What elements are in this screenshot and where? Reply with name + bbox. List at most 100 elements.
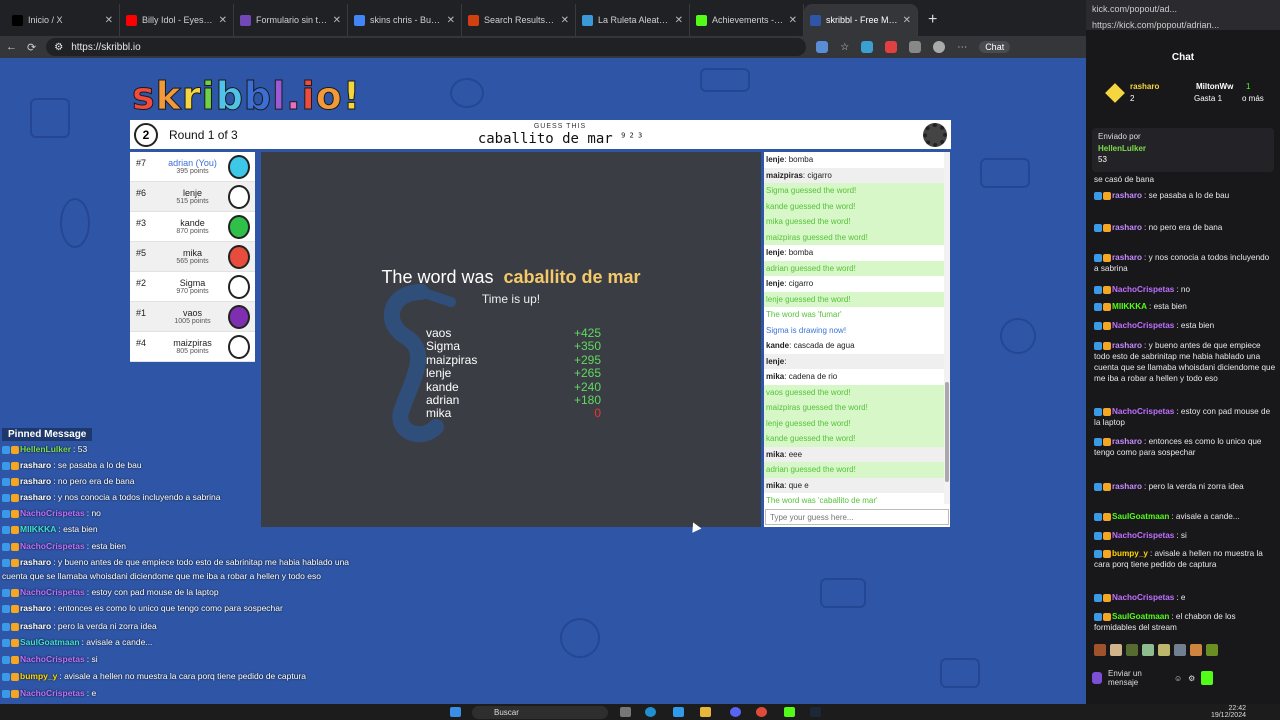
emote-icon[interactable] (1190, 644, 1202, 656)
kick-user[interactable]: rasharo (1112, 253, 1142, 262)
clock-time: 22:42 (1228, 705, 1246, 712)
tab-close-icon[interactable]: ✕ (105, 15, 113, 26)
message-input[interactable]: Enviar un mensaje (1108, 669, 1168, 687)
site-info-icon[interactable]: ⚙ (54, 42, 63, 53)
kick-user[interactable]: NachoCrispetas (1112, 285, 1174, 294)
profile-avatar-icon[interactable] (933, 41, 946, 53)
taskbar-search[interactable]: Buscar (472, 706, 608, 719)
emote-icon[interactable] (1206, 644, 1218, 656)
chat-text: kande guessed the word! (766, 434, 856, 443)
kick-user[interactable]: MIIKKKA (1112, 302, 1147, 311)
overlay-user: NachoCrispetas (20, 587, 85, 597)
browser-tab[interactable]: Achievements - Kick Da ✕ (690, 4, 804, 36)
kick-app-icon[interactable] (784, 707, 795, 717)
translate-icon[interactable] (816, 41, 829, 53)
reload-icon[interactable]: ⟳ (27, 41, 36, 54)
emote-icon[interactable] (1158, 644, 1170, 656)
kick-user[interactable]: rasharo (1112, 341, 1142, 350)
task-view-icon[interactable] (620, 707, 631, 717)
kick-user[interactable]: rasharo (1112, 191, 1142, 200)
browser-tab[interactable]: Search Results for 'skin ✕ (462, 4, 576, 36)
emote-icon[interactable] (1094, 644, 1106, 656)
extension-icon[interactable] (861, 41, 874, 53)
player-points: 870 points (176, 228, 209, 235)
kick-user[interactable]: bumpy_y (1112, 549, 1148, 558)
edge-icon[interactable] (645, 707, 656, 717)
player-row[interactable]: #5 mika 565 points (130, 242, 255, 272)
chat-text: mika guessed the word! (766, 217, 851, 226)
player-row[interactable]: #3 kande 870 points (130, 212, 255, 242)
overlay-text: no (91, 508, 101, 518)
kick-user[interactable]: NachoCrispetas (1112, 407, 1174, 416)
sub-badge-icon (1103, 321, 1111, 330)
browser-tab[interactable]: skribbl - Free Multip ✕ (804, 4, 918, 36)
menu-dots-icon[interactable]: ⋯ (957, 42, 967, 53)
tab-close-icon[interactable]: ✕ (219, 15, 227, 26)
browser-tab[interactable]: La Ruleta Aleatoria ✕ (576, 4, 690, 36)
tab-close-icon[interactable]: ✕ (903, 15, 911, 26)
kick-user[interactable]: rasharo (1112, 482, 1142, 491)
gifter-1-name[interactable]: rasharo (1130, 82, 1159, 91)
store-icon[interactable] (673, 707, 684, 717)
tab-close-icon[interactable]: ✕ (675, 15, 683, 26)
kick-user[interactable]: NachoCrispetas (1112, 321, 1174, 330)
youtube-icon (126, 14, 137, 26)
emote-icon[interactable] (1174, 644, 1186, 656)
address-bar[interactable]: ⚙ https://skribbl.io (46, 38, 807, 56)
emote-icon[interactable] (1110, 644, 1122, 656)
overlay-chat-line: NachoCrispetas: esta bien (2, 541, 126, 551)
back-icon[interactable]: ← (6, 41, 17, 53)
pinned-message-card[interactable]: Enviado por HellenLulker 53 (1092, 128, 1274, 172)
kick-user[interactable]: NachoCrispetas (1112, 593, 1174, 602)
player-row[interactable]: #4 maizpiras 805 points (130, 332, 255, 362)
player-row[interactable]: #1 vaos 1005 points (130, 302, 255, 332)
copilot-chat-button[interactable]: Chat (979, 41, 1011, 53)
sub-badge-icon (11, 477, 19, 486)
start-menu-icon[interactable] (450, 707, 461, 717)
send-button[interactable] (1201, 671, 1214, 685)
settings-gear-icon[interactable] (923, 123, 947, 147)
file-explorer-icon[interactable] (700, 707, 711, 717)
guess-input[interactable] (765, 509, 949, 525)
kick-user[interactable]: rasharo (1112, 223, 1142, 232)
tab-close-icon[interactable]: ✕ (333, 15, 341, 26)
emote-icon[interactable] (1126, 644, 1138, 656)
chrome-icon[interactable] (756, 707, 767, 717)
url-text: https://skribbl.io (71, 41, 141, 53)
overlay-chat-line: NachoCrispetas: e (2, 688, 96, 698)
browser-tab[interactable]: Billy Idol - Eyes Wit ✕ (120, 4, 234, 36)
tab-close-icon[interactable]: ✕ (447, 15, 455, 26)
extensions-puzzle-icon[interactable] (909, 41, 922, 53)
browser-tab[interactable]: Formulario sin título - F ✕ (234, 4, 348, 36)
emoji-icon[interactable]: ☺ (1174, 674, 1182, 683)
kick-user[interactable]: NachoCrispetas (1112, 531, 1174, 540)
tab-close-icon[interactable]: ✕ (789, 15, 797, 26)
tab-close-icon[interactable]: ✕ (561, 15, 569, 26)
system-clock[interactable]: 22:42 19/12/2024 (1211, 705, 1246, 719)
player-row[interactable]: #2 Sigma 970 points (130, 272, 255, 302)
discord-icon[interactable] (730, 707, 741, 717)
game-header: 2 Round 1 of 3 GUESS THIS caballito de m… (130, 120, 951, 149)
pinned-text: 53 (1098, 155, 1107, 164)
overlay-user: rasharo (20, 603, 52, 613)
chat-scrollbar[interactable] (944, 152, 950, 504)
bookmark-star-icon[interactable]: ☆ (840, 42, 849, 53)
new-tab-icon[interactable]: + (918, 4, 947, 36)
settings-icon[interactable]: ⚙ (1188, 674, 1195, 683)
extension-icon[interactable] (885, 41, 898, 53)
steam-icon[interactable] (810, 707, 821, 717)
browser-tab[interactable]: skins chris - Buscar con ✕ (348, 4, 462, 36)
emote-icon[interactable] (1142, 644, 1154, 656)
kick-text: si (1180, 531, 1187, 540)
player-row[interactable]: #7 adrian (You) 395 points (130, 152, 255, 182)
kick-user[interactable]: SaulGoatmaan (1112, 612, 1169, 621)
player-row[interactable]: #6 lenje 515 points (130, 182, 255, 212)
kick-user[interactable]: SaulGoatmaan (1112, 512, 1169, 521)
mic-icon[interactable] (1092, 672, 1102, 684)
gifter-2-name[interactable]: MiltonWw (1196, 82, 1233, 91)
browser-tab[interactable]: Inicio / X ✕ (6, 4, 120, 36)
chat-message: lenje guessed the word! (764, 291, 950, 307)
player-name: mika (182, 248, 202, 258)
scroll-thumb[interactable] (945, 382, 949, 482)
kick-user[interactable]: rasharo (1112, 437, 1142, 446)
